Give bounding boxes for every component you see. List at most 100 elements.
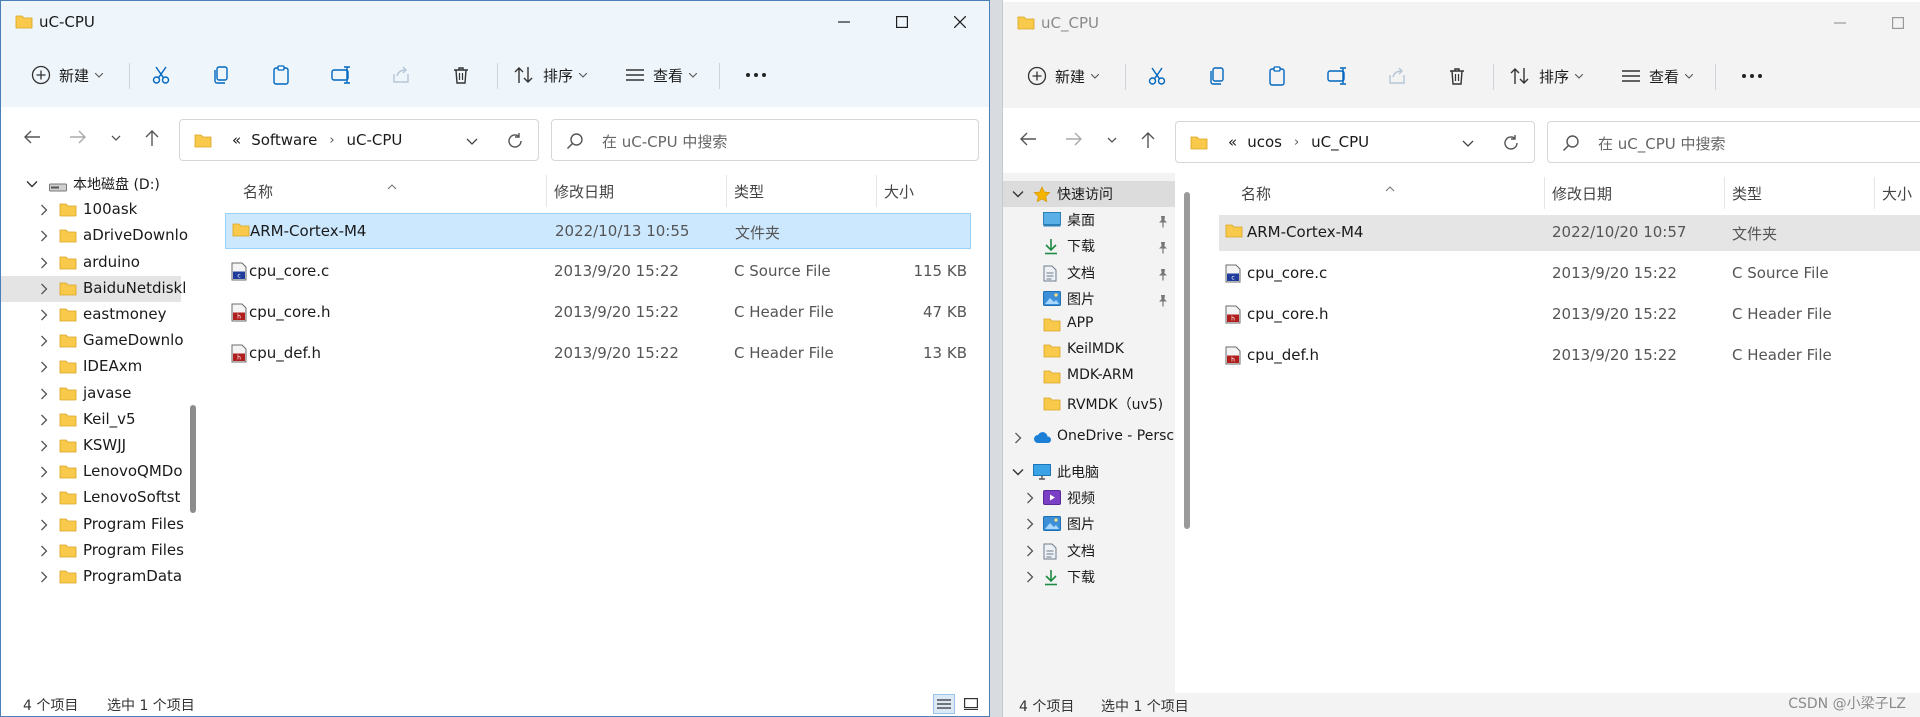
forward-arrow-icon[interactable] xyxy=(1065,131,1083,147)
chevron-right-icon[interactable] xyxy=(37,439,51,453)
more-options-button[interactable] xyxy=(745,57,767,93)
title-bar[interactable]: uC_CPU xyxy=(1003,2,1920,44)
nav-item[interactable]: LenovoSoftst xyxy=(1,485,181,511)
nav-item[interactable]: javase xyxy=(1,381,181,407)
column-header[interactable]: 类型 xyxy=(1732,177,1762,209)
sort-button[interactable]: 排序 xyxy=(1509,58,1584,94)
nav-item[interactable]: 本地磁盘 (D:) xyxy=(1,171,181,197)
column-divider[interactable] xyxy=(876,175,877,207)
nav-item[interactable]: Keil_v5 xyxy=(1,407,181,433)
search-input[interactable]: 在 uC_CPU 中搜索 xyxy=(1547,121,1920,163)
thumbnail-view-button[interactable] xyxy=(960,694,982,714)
chevron-down-icon[interactable] xyxy=(25,177,39,191)
more-options-button[interactable] xyxy=(1741,58,1763,94)
column-header[interactable]: 名称 xyxy=(1241,177,1271,209)
share-button[interactable] xyxy=(391,57,411,93)
new-button[interactable]: 新建 xyxy=(1027,58,1100,94)
chevron-right-icon[interactable] xyxy=(37,570,51,584)
chevron-right-icon[interactable] xyxy=(37,256,51,270)
file-list[interactable]: 名称 修改日期 类型 大小 ARM-Cortex-M4 2022/10/20 10:57 文… xyxy=(1195,173,1920,693)
maximize-button[interactable] xyxy=(1873,2,1920,44)
nav-scrollbar[interactable] xyxy=(190,405,196,513)
copy-button[interactable] xyxy=(1207,58,1227,94)
minimize-button[interactable] xyxy=(1815,2,1865,44)
file-list[interactable]: 名称 修改日期 类型 大小 ARM-Cortex-M4 2022/10/13 10:55 文… xyxy=(201,171,989,692)
chevron-down-icon[interactable] xyxy=(1011,465,1025,479)
title-bar[interactable]: uC-CPU xyxy=(1,1,989,43)
table-row[interactable]: h cpu_core.h 2013/9/20 15:22 C Header File xyxy=(1219,297,1920,333)
chevron-right-icon[interactable] xyxy=(37,544,51,558)
table-row[interactable]: c cpu_core.c 2013/9/20 15:22 C Source File 1… xyxy=(225,254,971,290)
nav-item[interactable]: 此电脑 xyxy=(1003,459,1175,485)
rename-button[interactable] xyxy=(331,57,353,93)
close-button[interactable] xyxy=(935,1,985,43)
paste-button[interactable] xyxy=(1267,58,1287,94)
cut-button[interactable] xyxy=(1147,58,1167,94)
back-arrow-icon[interactable] xyxy=(23,129,41,145)
navigation-pane[interactable]: 本地磁盘 (D:) 100ask aDriveDownlo arduino BaiduN… xyxy=(1,171,191,692)
view-button[interactable]: 查看 xyxy=(1621,58,1694,94)
breadcrumb-overflow[interactable]: « xyxy=(1228,133,1237,151)
nav-item[interactable]: arduino xyxy=(1,250,181,276)
table-row[interactable]: h cpu_core.h 2013/9/20 15:22 C Header File 4… xyxy=(225,295,971,331)
nav-item[interactable]: 文档 xyxy=(1003,260,1175,286)
chevron-right-icon[interactable] xyxy=(37,413,51,427)
address-bar[interactable]: « Software › uC-CPU xyxy=(179,119,539,161)
table-row[interactable]: ARM-Cortex-M4 2022/10/13 10:55 文件夹 xyxy=(225,213,971,249)
chevron-right-icon[interactable] xyxy=(1023,491,1037,505)
nav-item[interactable]: eastmoney xyxy=(1,302,181,328)
breadcrumb-item[interactable]: ucos xyxy=(1247,133,1282,151)
nav-item[interactable]: 图片 xyxy=(1003,286,1175,312)
chevron-right-icon[interactable] xyxy=(37,360,51,374)
nav-scrollbar[interactable] xyxy=(1184,192,1190,529)
nav-item[interactable]: 桌面 xyxy=(1003,207,1175,233)
navigation-pane[interactable]: 快速访问 桌面 下载 文档 图片 APP KeilMDK MDK-ARM RVMDK（uv5) O… xyxy=(1003,173,1175,693)
nav-item[interactable]: LenovoQMDo xyxy=(1,459,183,485)
rename-button[interactable] xyxy=(1327,58,1349,94)
breadcrumb-item[interactable]: uC_CPU xyxy=(1311,133,1369,151)
chevron-right-icon[interactable] xyxy=(1023,544,1037,558)
column-divider[interactable] xyxy=(1724,177,1725,209)
nav-item[interactable]: 100ask xyxy=(1,197,181,223)
paste-button[interactable] xyxy=(271,57,291,93)
nav-item[interactable]: OneDrive - Persc xyxy=(1003,425,1175,451)
nav-item[interactable]: APP xyxy=(1003,312,1175,338)
nav-item[interactable]: 图片 xyxy=(1003,511,1175,537)
nav-item[interactable]: ProgramData xyxy=(1,564,182,590)
column-header[interactable]: 大小 xyxy=(1882,177,1912,209)
nav-item[interactable]: Program Files xyxy=(1,538,184,564)
copy-button[interactable] xyxy=(211,57,231,93)
chevron-right-icon[interactable] xyxy=(37,334,51,348)
column-header[interactable]: 大小 xyxy=(884,175,914,207)
nav-item[interactable]: RVMDK（uv5) xyxy=(1003,391,1175,417)
chevron-right-icon[interactable] xyxy=(37,387,51,401)
breadcrumb-overflow[interactable]: « xyxy=(232,131,241,149)
column-header[interactable]: 修改日期 xyxy=(554,175,614,207)
nav-item[interactable]: KeilMDK xyxy=(1003,338,1175,364)
chevron-down-icon[interactable] xyxy=(1011,187,1025,201)
pin-icon[interactable] xyxy=(1157,267,1169,285)
chevron-down-icon[interactable] xyxy=(111,135,121,141)
column-header[interactable]: 名称 xyxy=(243,175,273,207)
nav-item[interactable]: 下载 xyxy=(1003,233,1175,259)
sort-button[interactable]: 排序 xyxy=(513,57,588,93)
chevron-right-icon[interactable] xyxy=(37,229,51,243)
chevron-right-icon[interactable] xyxy=(1023,570,1037,584)
chevron-down-icon[interactable] xyxy=(466,138,478,145)
cut-button[interactable] xyxy=(151,57,171,93)
chevron-right-icon[interactable] xyxy=(37,465,51,479)
nav-item[interactable]: MDK-ARM xyxy=(1003,364,1175,390)
table-row[interactable]: h cpu_def.h 2013/9/20 15:22 C Header File 13… xyxy=(225,336,971,372)
table-row[interactable]: ARM-Cortex-M4 2022/10/20 10:57 文件夹 xyxy=(1219,215,1920,251)
up-arrow-icon[interactable] xyxy=(144,129,160,147)
refresh-icon[interactable] xyxy=(506,132,524,150)
nav-item[interactable]: Program Files xyxy=(1,512,184,538)
nav-item[interactable]: IDEAxm xyxy=(1,354,181,380)
breadcrumb-item[interactable]: Software xyxy=(251,131,317,149)
nav-item[interactable]: BaiduNetdiskl xyxy=(1,275,186,302)
minimize-button[interactable] xyxy=(819,1,869,43)
search-input[interactable]: 在 uC-CPU 中搜索 xyxy=(551,119,979,161)
chevron-right-icon[interactable] xyxy=(1011,431,1025,445)
pin-icon[interactable] xyxy=(1157,293,1169,311)
chevron-down-icon[interactable] xyxy=(1462,140,1474,147)
